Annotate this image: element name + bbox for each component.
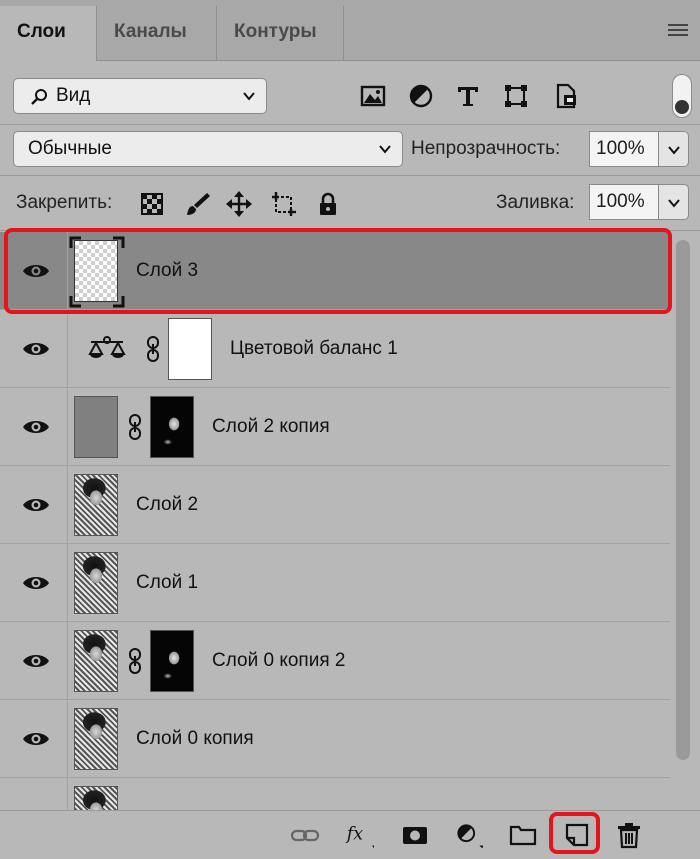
svg-text:fx: fx [345,824,363,844]
search-icon [31,89,47,105]
layer-name[interactable]: Слой 2 копия [212,388,330,465]
layers-bottom-toolbar: fx [0,810,700,859]
blend-mode-value: Обычные [28,138,112,159]
layer-row-color-balance[interactable]: Цветовой баланс 1 [0,310,670,388]
balance-scale-icon [88,336,126,358]
fx-icon[interactable]: fx [344,821,374,849]
visibility-cell [0,310,68,387]
tab-layers[interactable]: Слои [0,6,97,61]
divider [0,124,700,125]
lock-artboard-icon[interactable] [270,190,298,218]
trash-icon[interactable] [614,821,644,849]
layer-name[interactable]: Цветовой баланс 1 [230,310,398,387]
new-adjustment-layer-icon[interactable] [453,821,483,849]
layer-mask-thumbnail[interactable] [168,318,212,380]
layers-list: Слой 3 Цветовой баланс 1 Слой 2 копия Сл… [0,232,670,810]
folder-icon[interactable] [508,821,538,849]
link-icon[interactable] [127,414,143,440]
layer-row-sloi-3[interactable]: Слой 3 [0,232,670,310]
layer-name[interactable]: Слой 0 копия [136,700,254,777]
layer-row-sloi-0-kopiya-2[interactable]: Слой 0 копия 2 [0,622,670,700]
tab-paths[interactable]: Контуры [217,6,344,60]
visibility-cell [0,622,68,699]
layer-thumbnail [74,396,118,458]
shape-filter-icon[interactable] [502,82,530,110]
eye-icon[interactable] [22,340,50,358]
smart-object-filter-icon[interactable] [552,82,580,110]
selection-corners-icon [69,236,125,308]
divider [0,230,700,231]
lock-all-icon[interactable] [314,190,342,218]
layer-row-sloi-0-kopiya[interactable]: Слой 0 копия [0,700,670,778]
layer-mask-thumbnail[interactable] [150,396,194,458]
layers-scrollbar[interactable] [676,240,690,760]
chevron-down-icon [668,146,680,155]
visibility-cell [0,700,68,777]
link-layers-icon[interactable] [290,821,320,849]
eye-icon[interactable] [22,418,50,436]
tab-channels[interactable]: Каналы [97,6,217,60]
layer-name[interactable]: Слой 2 [136,466,198,543]
eye-icon[interactable] [22,262,50,280]
lock-transparent-pixels-icon[interactable] [138,190,166,218]
eye-icon[interactable] [22,652,50,670]
layer-mask-thumbnail[interactable] [150,630,194,692]
eye-icon[interactable] [22,574,50,592]
fill-dropdown-button[interactable] [659,184,689,220]
visibility-cell [0,544,68,621]
visibility-cell [0,232,68,309]
lock-label: Закрепить: [16,192,113,213]
layer-thumbnail [74,552,118,614]
layer-thumbnail [74,708,118,770]
layer-row-sloi-1[interactable]: Слой 1 [0,544,670,622]
eye-icon[interactable] [22,496,50,514]
lock-position-move-icon[interactable] [225,190,253,218]
link-icon[interactable] [145,336,161,362]
visibility-cell [0,388,68,465]
visibility-cell [0,778,68,810]
layer-row-sloi-2[interactable]: Слой 2 [0,466,670,544]
layer-row-partial[interactable] [0,778,670,810]
blend-mode-select[interactable]: Обычные [13,131,403,167]
opacity-input[interactable]: 100% [589,131,659,167]
add-mask-icon[interactable] [400,821,430,849]
visibility-cell [0,466,68,543]
type-filter-icon[interactable] [454,82,482,110]
image-filter-icon[interactable] [359,82,387,110]
new-layer-icon[interactable] [562,821,592,849]
fill-input[interactable]: 100% [589,184,659,220]
filter-kind-label: Вид [56,85,91,106]
layer-thumbnail [74,630,118,692]
link-icon[interactable] [127,648,143,674]
filter-toggle[interactable] [672,74,692,118]
layer-row-sloi-2-kopiya[interactable]: Слой 2 копия [0,388,670,466]
layer-name[interactable]: Слой 3 [136,232,198,309]
chevron-down-icon [668,199,680,208]
layer-thumbnail [74,474,118,536]
opacity-dropdown-button[interactable] [659,131,689,167]
layer-name[interactable]: Слой 0 копия 2 [212,622,345,699]
layer-name[interactable]: Слой 1 [136,544,198,621]
layer-thumbnail [74,786,118,810]
eye-icon[interactable] [22,730,50,748]
filter-kind-select[interactable]: Вид [13,78,267,114]
panel-tab-bar: Слои Каналы Контуры [0,0,700,61]
panel-menu-icon[interactable] [668,24,688,38]
adjustment-filter-icon[interactable] [407,82,435,110]
chevron-down-icon [379,145,391,154]
divider [0,175,700,176]
lock-image-pixels-brush-icon[interactable] [183,190,211,218]
chevron-down-icon [243,92,255,101]
fill-label: Заливка: [496,192,575,213]
opacity-label: Непрозрачность: [411,138,561,159]
